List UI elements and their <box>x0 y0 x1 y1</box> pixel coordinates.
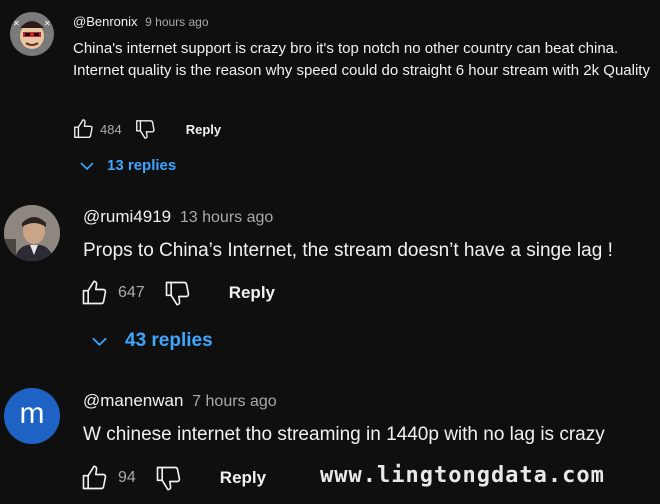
like-count: 94 <box>118 469 136 486</box>
watermark: www.lingtongdata.com <box>320 463 605 488</box>
comment-text: W chinese internet tho streaming in 1440… <box>83 424 605 445</box>
comment-actions: 94 Reply <box>80 463 266 493</box>
reply-button[interactable]: Reply <box>220 468 266 488</box>
comment-handle[interactable]: @manenwan <box>83 391 183 410</box>
comment-3: m @manenwan 7 hours ago W chinese intern… <box>0 0 660 504</box>
comment-meta: @manenwan 7 hours ago <box>83 391 277 411</box>
thumb-up-icon[interactable] <box>80 464 108 492</box>
thumb-down-icon[interactable] <box>154 464 182 492</box>
avatar-manenwan[interactable]: m <box>4 388 60 444</box>
avatar-letter: m <box>19 397 45 430</box>
comment-time[interactable]: 7 hours ago <box>192 393 277 410</box>
